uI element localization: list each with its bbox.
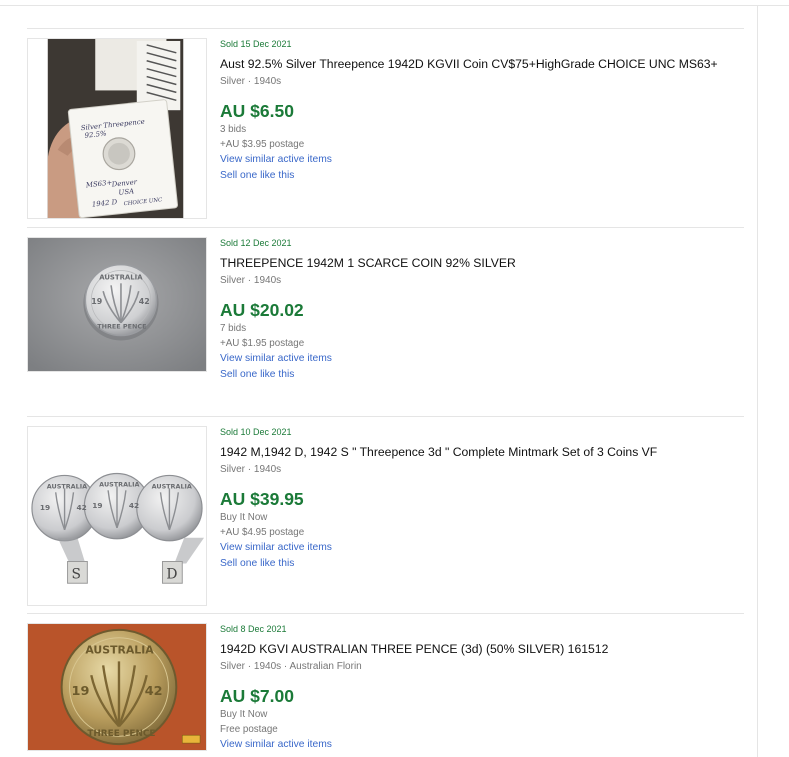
listing-subtitle: Silver · 1940s [220, 76, 282, 87]
coin-text: 19 [72, 684, 90, 699]
mintmark-s: S [72, 566, 81, 582]
coin-text: AUSTRALIA [99, 480, 139, 488]
listing-title[interactable]: THREEPENCE 1942M 1 SCARCE COIN 92% SILVE… [220, 256, 750, 271]
sold-date: Sold 8 Dec 2021 [220, 624, 287, 634]
coin-text: AUSTRALIA [99, 273, 143, 281]
listing-title[interactable]: Aust 92.5% Silver Threepence 1942D KGVII… [220, 57, 750, 72]
list-item: AUSTRALIA 19 42 THREE PENCE Sold 8 Dec 2… [27, 623, 744, 757]
postage: +AU $1.95 postage [220, 338, 305, 349]
coin-text: 42 [129, 501, 139, 510]
view-similar-link[interactable]: View similar active items [220, 737, 750, 753]
listing-info: Sold 15 Dec 2021 Aust 92.5% Silver Three… [220, 38, 750, 184]
coin-text: 19 [92, 501, 102, 510]
listing-image[interactable]: AUSTRALIA 19 42 THREE PENCE [27, 237, 207, 372]
sold-price: AU $6.50 [220, 101, 294, 121]
listing-info: Sold 10 Dec 2021 1942 M,1942 D, 1942 S "… [220, 426, 750, 572]
mintmark-d: D [166, 566, 177, 582]
listing-subtitle: Silver · 1940s [220, 275, 282, 286]
sell-one-link[interactable]: Sell one like this [220, 168, 750, 184]
coin-text: 42 [139, 297, 150, 306]
coin-text: THREE PENCE [97, 323, 146, 331]
coin-text: AUSTRALIA [85, 644, 154, 657]
coin-text: AUSTRALIA [47, 482, 87, 490]
listing-image[interactable]: Silver Threepence 92.5% MS63+ Denver USA… [27, 38, 207, 219]
coin-text: AUSTRALIA [152, 482, 192, 490]
sold-date: Sold 15 Dec 2021 [220, 39, 292, 49]
coin-text: 19 [91, 297, 102, 306]
postage: Free postage [220, 724, 278, 735]
view-similar-link[interactable]: View similar active items [220, 351, 750, 367]
gold-coin-photo: AUSTRALIA 19 42 THREE PENCE [28, 624, 206, 750]
coin-in-holder-photo: Silver Threepence 92.5% MS63+ Denver USA… [28, 39, 206, 218]
listing-title[interactable]: 1942 M,1942 D, 1942 S " Threepence 3d " … [220, 445, 750, 460]
listing-image[interactable]: AUSTRALIA 19 42 AUSTRALIA 19 42 AUSTRALI… [27, 426, 207, 606]
row-divider [27, 613, 744, 614]
three-coins-photo: AUSTRALIA 19 42 AUSTRALIA 19 42 AUSTRALI… [28, 427, 206, 605]
sold-date: Sold 10 Dec 2021 [220, 427, 292, 437]
holder-text: USA [118, 187, 134, 197]
sold-price: AU $39.95 [220, 489, 304, 509]
coin-text: 42 [145, 684, 163, 699]
sold-price: AU $7.00 [220, 686, 294, 706]
sell-one-link[interactable]: Sell one like this [220, 367, 750, 383]
postage: +AU $4.95 postage [220, 527, 305, 538]
listing-info: Sold 12 Dec 2021 THREEPENCE 1942M 1 SCAR… [220, 237, 750, 383]
coin-text: 42 [76, 503, 86, 512]
row-divider [27, 28, 744, 29]
coin-text: THREE PENCE [87, 729, 155, 739]
list-item: AUSTRALIA 19 42 AUSTRALIA 19 42 AUSTRALI… [27, 426, 744, 616]
listing-subtitle: Silver · 1940s · Australian Florin [220, 661, 362, 672]
silver-coin-photo: AUSTRALIA 19 42 THREE PENCE [28, 238, 206, 371]
list-item: Silver Threepence 92.5% MS63+ Denver USA… [27, 38, 744, 228]
purchase-format: Buy It Now [220, 709, 268, 720]
right-divider [757, 5, 758, 757]
top-divider [0, 5, 789, 6]
sold-price: AU $20.02 [220, 300, 304, 320]
bid-count: 3 bids [220, 124, 247, 135]
view-similar-link[interactable]: View similar active items [220, 152, 750, 168]
search-results-page: Silver Threepence 92.5% MS63+ Denver USA… [0, 0, 789, 757]
row-divider [27, 416, 744, 417]
listing-subtitle: Silver · 1940s [220, 464, 282, 475]
view-similar-link[interactable]: View similar active items [220, 540, 750, 556]
purchase-format: Buy It Now [220, 512, 268, 523]
row-divider [27, 227, 744, 228]
postage: +AU $3.95 postage [220, 139, 305, 150]
list-item: AUSTRALIA 19 42 THREE PENCE Sold 12 Dec … [27, 237, 744, 417]
sell-one-link[interactable]: Sell one like this [220, 556, 750, 572]
bid-count: 7 bids [220, 323, 247, 334]
sold-date: Sold 12 Dec 2021 [220, 238, 292, 248]
coin-text: 19 [40, 503, 50, 512]
listing-info: Sold 8 Dec 2021 1942D KGVI AUSTRALIAN TH… [220, 623, 750, 753]
listing-title[interactable]: 1942D KGVI AUSTRALIAN THREE PENCE (3d) (… [220, 642, 750, 657]
listing-image[interactable]: AUSTRALIA 19 42 THREE PENCE [27, 623, 207, 751]
